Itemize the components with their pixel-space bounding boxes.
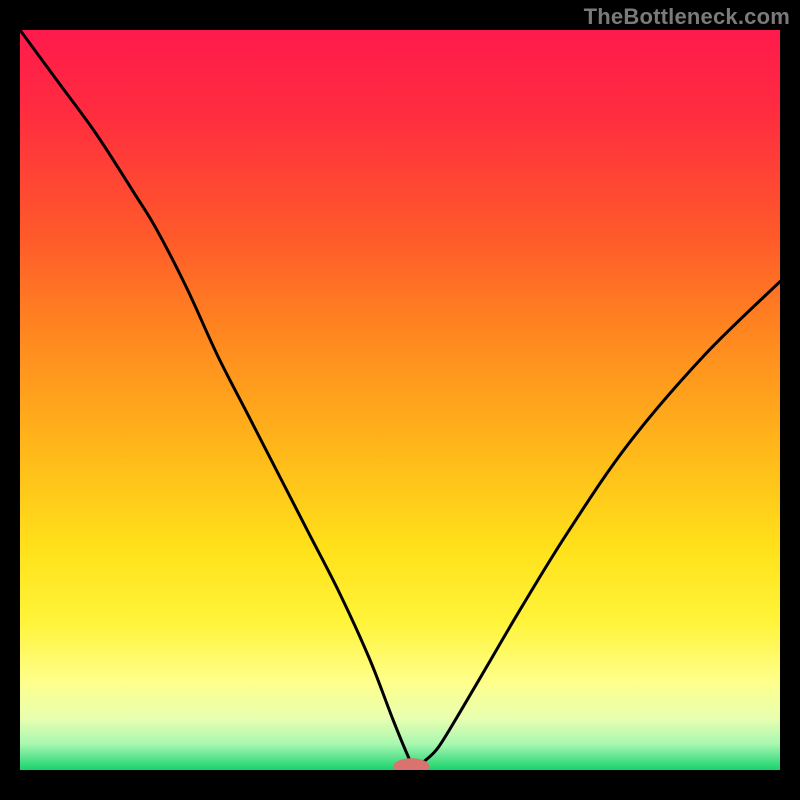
plot-svg <box>20 30 780 770</box>
plot-area <box>20 30 780 770</box>
chart-frame: TheBottleneck.com <box>0 0 800 800</box>
watermark-text: TheBottleneck.com <box>584 4 790 30</box>
